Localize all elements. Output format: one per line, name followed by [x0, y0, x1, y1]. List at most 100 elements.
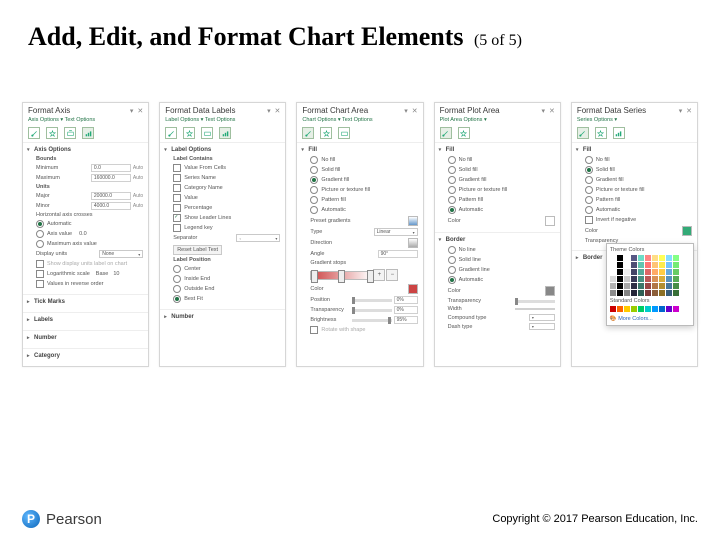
section-fill[interactable]: Fill — [577, 146, 692, 155]
pane-controls[interactable]: ▾ ✕ — [267, 107, 281, 115]
fill-line-icon[interactable] — [165, 127, 177, 139]
fill-line-icon[interactable] — [28, 127, 40, 139]
rb-solid-line[interactable] — [448, 256, 456, 264]
cb-percentage[interactable] — [173, 204, 181, 212]
cross-val-radio[interactable] — [36, 230, 44, 238]
remove-stop-button[interactable]: − — [386, 269, 398, 281]
color-drop[interactable] — [408, 284, 418, 294]
rb-solid-fill[interactable] — [310, 166, 318, 174]
rb-outside-end[interactable] — [173, 285, 181, 293]
rb-automatic[interactable] — [585, 206, 593, 214]
section-border[interactable]: Border — [440, 236, 555, 245]
effects-icon[interactable] — [595, 127, 607, 139]
section-labels[interactable]: Labels — [28, 316, 143, 325]
pane-subtools[interactable]: Axis Options ▾ Text Options — [23, 116, 148, 125]
preset-drop[interactable] — [408, 216, 418, 226]
position-input[interactable]: 0% — [394, 296, 418, 304]
rb-gradient-line[interactable] — [448, 266, 456, 274]
compound-drop[interactable] — [529, 314, 555, 321]
pane-controls[interactable]: ▾ ✕ — [541, 107, 555, 115]
rb-no-fill[interactable] — [448, 156, 456, 164]
log-base-input[interactable]: 10 — [113, 271, 127, 277]
fill-line-icon[interactable] — [440, 127, 452, 139]
section-category[interactable]: Category — [28, 352, 143, 361]
add-stop-button[interactable]: + — [373, 269, 385, 281]
rb-no-fill[interactable] — [310, 156, 318, 164]
series-options-icon[interactable] — [613, 127, 625, 139]
cross-val-input[interactable]: 0.0 — [79, 231, 101, 237]
more-colors-link[interactable]: 🎨 More Colors... — [610, 314, 690, 322]
pane-subtools[interactable]: Label Options ▾ Text Options — [160, 116, 285, 125]
rb-automatic[interactable] — [448, 206, 456, 214]
border-color-drop[interactable] — [545, 286, 555, 296]
rb-picture-fill[interactable] — [448, 186, 456, 194]
angle-input[interactable]: 90° — [378, 250, 418, 258]
size-icon[interactable] — [338, 127, 350, 139]
border-width-input[interactable] — [515, 308, 555, 310]
section-number[interactable]: Number — [165, 313, 280, 322]
rev-cb[interactable] — [36, 280, 44, 288]
rb-automatic-line[interactable] — [448, 276, 456, 284]
effects-icon[interactable] — [458, 127, 470, 139]
section-tick-marks[interactable]: Tick Marks — [28, 298, 143, 307]
theme-color-grid[interactable] — [610, 253, 690, 298]
standard-color-grid[interactable] — [610, 304, 690, 314]
rb-picture-fill[interactable] — [310, 186, 318, 194]
size-icon[interactable] — [201, 127, 213, 139]
pane-subtools[interactable]: Chart Options ▾ Text Options — [297, 116, 422, 125]
reset-label-text-button[interactable]: Reset Label Text — [173, 245, 222, 255]
max-auto[interactable]: Auto — [133, 175, 143, 181]
pane-controls[interactable]: ▾ ✕ — [130, 107, 144, 115]
major-input[interactable]: 20000.0 — [91, 192, 131, 200]
rb-solid-fill[interactable] — [448, 166, 456, 174]
rb-no-fill[interactable] — [585, 156, 593, 164]
effects-icon[interactable] — [46, 127, 58, 139]
rb-pattern-fill[interactable] — [585, 196, 593, 204]
rb-center[interactable] — [173, 265, 181, 273]
fill-line-icon[interactable] — [577, 127, 589, 139]
trans-input[interactable]: 0% — [394, 306, 418, 314]
min-input[interactable]: 0.0 — [91, 164, 131, 172]
pane-controls[interactable]: ▾ ✕ — [404, 107, 418, 115]
cross-max-radio[interactable] — [36, 240, 44, 248]
section-label-options[interactable]: Label Options — [165, 146, 280, 155]
max-input[interactable]: 160000.0 — [91, 174, 131, 182]
color-drop[interactable] — [545, 216, 555, 226]
cb-category-name[interactable] — [173, 184, 181, 192]
cb-legend-key[interactable] — [173, 224, 181, 232]
major-auto[interactable]: Auto — [133, 193, 143, 199]
bright-slider[interactable] — [352, 319, 392, 322]
pane-controls[interactable]: ▾ ✕ — [679, 107, 693, 115]
position-slider[interactable] — [352, 299, 392, 302]
minor-auto[interactable]: Auto — [133, 203, 143, 209]
effects-icon[interactable] — [183, 127, 195, 139]
size-icon[interactable] — [64, 127, 76, 139]
trans-slider[interactable] — [352, 309, 392, 312]
rb-pattern-fill[interactable] — [310, 196, 318, 204]
section-fill[interactable]: Fill — [302, 146, 417, 155]
effects-icon[interactable] — [320, 127, 332, 139]
section-fill[interactable]: Fill — [440, 146, 555, 155]
cb-value[interactable] — [173, 194, 181, 202]
bright-input[interactable]: 95% — [394, 316, 418, 324]
log-cb[interactable] — [36, 270, 44, 278]
rb-gradient-fill[interactable] — [448, 176, 456, 184]
rb-picture-fill[interactable] — [585, 186, 593, 194]
label-options-icon[interactable] — [219, 127, 231, 139]
disp-drop[interactable]: None — [99, 250, 143, 258]
rb-solid-fill[interactable] — [585, 166, 593, 174]
gradient-bar[interactable] — [310, 271, 372, 280]
series-color-drop[interactable] — [682, 226, 692, 236]
rb-gradient-fill[interactable] — [310, 176, 318, 184]
type-drop[interactable]: Linear — [374, 228, 418, 236]
rb-inside-end[interactable] — [173, 275, 181, 283]
rb-gradient-fill[interactable] — [585, 176, 593, 184]
rb-automatic[interactable] — [310, 206, 318, 214]
cb-value-from-cells[interactable] — [173, 164, 181, 172]
pane-subtools[interactable]: Series Options ▾ — [572, 116, 697, 125]
pane-subtools[interactable]: Plot Area Options ▾ — [435, 116, 560, 125]
dir-drop[interactable] — [408, 238, 418, 248]
rb-pattern-fill[interactable] — [448, 196, 456, 204]
cb-leader-lines[interactable] — [173, 214, 181, 222]
minor-input[interactable]: 4000.0 — [91, 202, 131, 210]
